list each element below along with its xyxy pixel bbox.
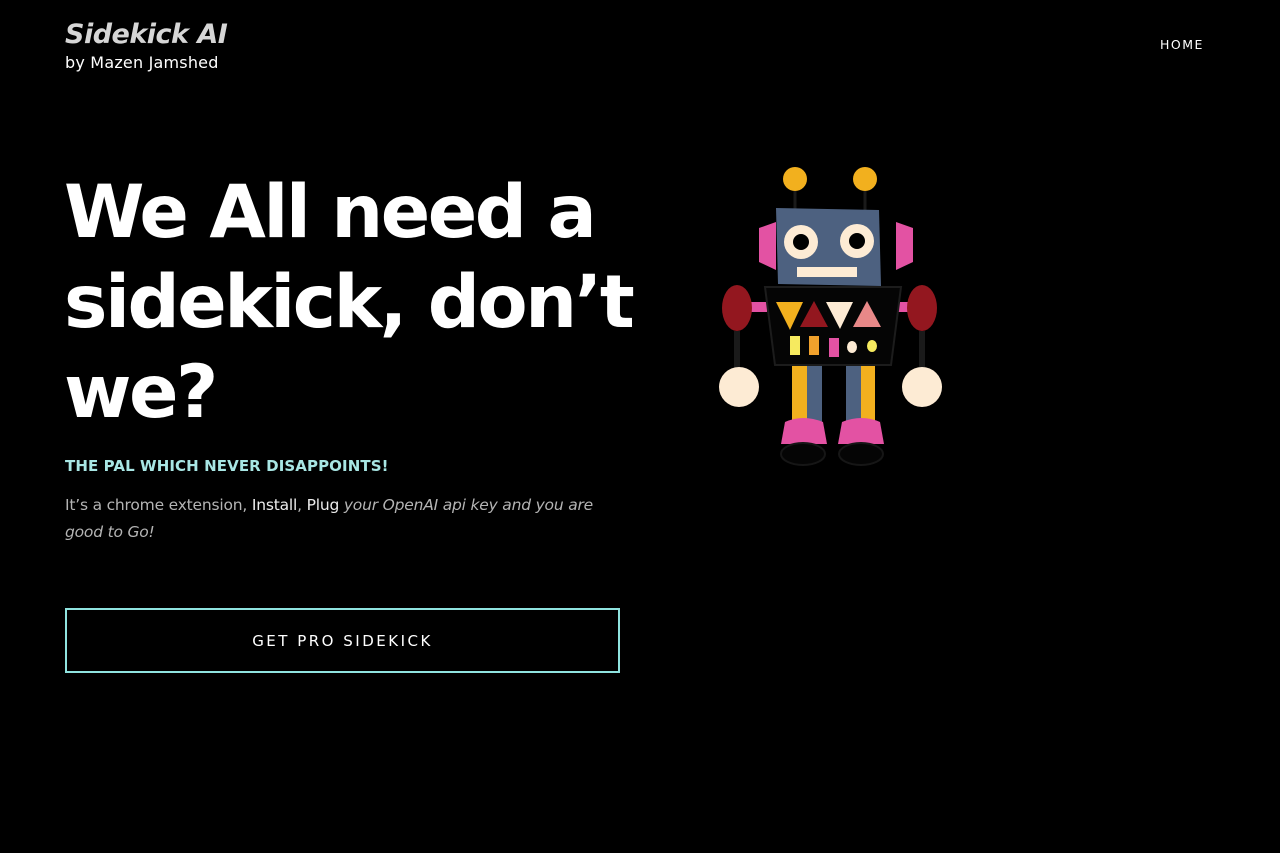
nav-home-link[interactable]: HOME <box>1160 36 1204 54</box>
desc-install: Install <box>251 496 298 514</box>
hero-title-line-3: we? <box>64 350 218 435</box>
brand-title[interactable]: Sidekick AI <box>65 18 228 52</box>
brand: Sidekick AI by Mazen Jamshed <box>65 18 228 74</box>
hero-title-line-2: sidekick, don’t <box>64 260 635 345</box>
desc-plug: Plug <box>306 496 340 514</box>
desc-comma: , <box>297 496 307 514</box>
get-pro-sidekick-button[interactable]: GET PRO SIDEKICK <box>65 608 620 673</box>
cta-label: GET PRO SIDEKICK <box>252 631 433 650</box>
hero-tagline: THE PAL WHICH NEVER DISAPPOINTS! <box>65 457 389 475</box>
desc-text: It’s a chrome extension, <box>65 496 252 514</box>
hero-description: It’s a chrome extension, Install, Plug y… <box>65 492 625 546</box>
page: Sidekick AI by Mazen Jamshed HOME We All… <box>0 0 1280 853</box>
hero-title: We All need a sidekick, don’t we? <box>64 168 664 438</box>
robot-illustration <box>719 167 942 466</box>
hero-title-line-1: We All need a <box>64 170 597 255</box>
brand-subtitle: by Mazen Jamshed <box>65 53 219 72</box>
